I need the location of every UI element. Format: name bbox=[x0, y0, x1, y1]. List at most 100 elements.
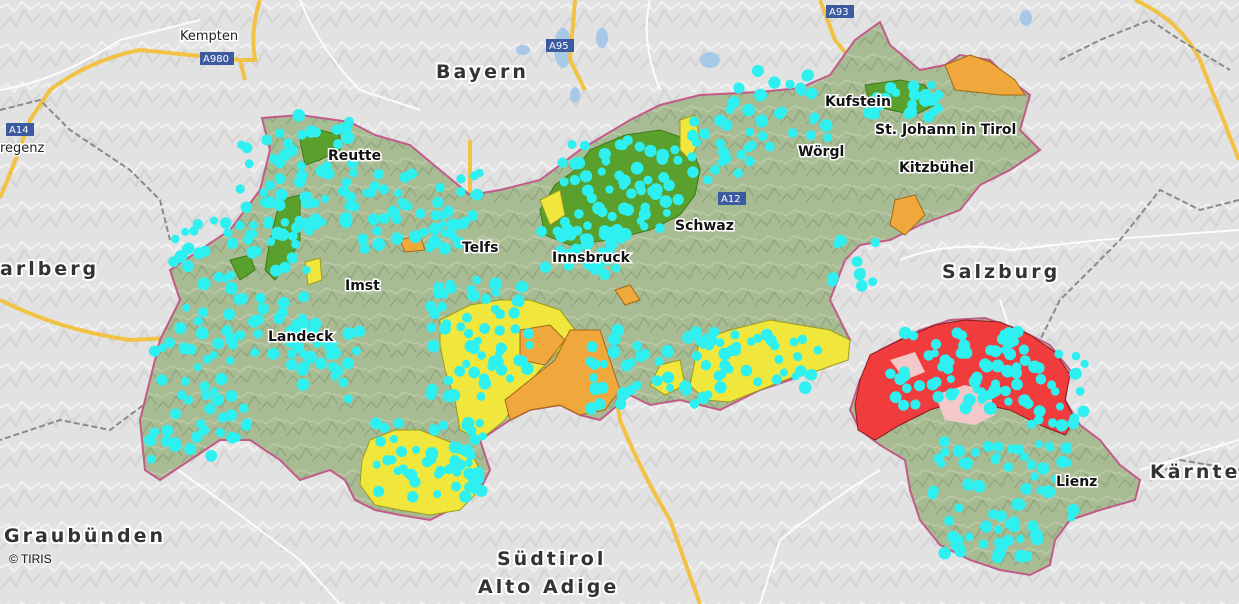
observation-marker[interactable] bbox=[445, 279, 455, 289]
observation-marker[interactable] bbox=[250, 246, 262, 257]
observation-marker[interactable] bbox=[632, 380, 642, 391]
observation-marker[interactable] bbox=[927, 80, 936, 90]
observation-marker[interactable] bbox=[372, 237, 386, 251]
observation-marker[interactable] bbox=[324, 349, 336, 360]
observation-marker[interactable] bbox=[703, 390, 713, 400]
observation-marker[interactable] bbox=[779, 368, 789, 377]
observation-marker[interactable] bbox=[480, 293, 491, 305]
observation-marker[interactable] bbox=[349, 168, 358, 178]
observation-marker[interactable] bbox=[198, 424, 210, 436]
observation-marker[interactable] bbox=[586, 193, 597, 204]
observation-marker[interactable] bbox=[409, 230, 422, 244]
observation-marker[interactable] bbox=[264, 216, 274, 226]
observation-marker[interactable] bbox=[599, 268, 611, 280]
observation-marker[interactable] bbox=[980, 520, 993, 533]
observation-marker[interactable] bbox=[221, 325, 233, 337]
observation-marker[interactable] bbox=[733, 168, 743, 178]
observation-marker[interactable] bbox=[215, 372, 228, 386]
observation-marker[interactable] bbox=[605, 185, 614, 194]
observation-marker[interactable] bbox=[596, 381, 609, 394]
observation-marker[interactable] bbox=[275, 128, 285, 138]
observation-marker[interactable] bbox=[868, 277, 878, 287]
observation-marker[interactable] bbox=[1056, 455, 1069, 469]
observation-marker[interactable] bbox=[438, 420, 449, 431]
observation-marker[interactable] bbox=[149, 427, 160, 438]
observation-marker[interactable] bbox=[588, 373, 599, 383]
observation-marker[interactable] bbox=[508, 307, 520, 319]
observation-marker[interactable] bbox=[951, 534, 964, 546]
observation-marker[interactable] bbox=[365, 188, 376, 198]
observation-marker[interactable] bbox=[614, 139, 626, 150]
observation-marker[interactable] bbox=[962, 478, 975, 491]
observation-marker[interactable] bbox=[599, 359, 609, 369]
observation-marker[interactable] bbox=[393, 189, 403, 198]
observation-marker[interactable] bbox=[393, 418, 404, 429]
observation-marker[interactable] bbox=[621, 203, 635, 216]
observation-marker[interactable] bbox=[569, 174, 581, 186]
observation-marker[interactable] bbox=[1075, 386, 1085, 396]
observation-marker[interactable] bbox=[194, 363, 203, 372]
observation-marker[interactable] bbox=[979, 358, 991, 371]
observation-marker[interactable] bbox=[720, 119, 733, 131]
observation-marker[interactable] bbox=[406, 168, 418, 180]
observation-marker[interactable] bbox=[467, 473, 477, 483]
observation-marker[interactable] bbox=[989, 345, 1002, 358]
observation-marker[interactable] bbox=[661, 344, 674, 358]
observation-marker[interactable] bbox=[210, 216, 218, 225]
observation-marker[interactable] bbox=[745, 127, 755, 137]
observation-marker[interactable] bbox=[827, 276, 838, 287]
observation-marker[interactable] bbox=[263, 196, 276, 209]
observation-marker[interactable] bbox=[662, 209, 671, 217]
observation-marker[interactable] bbox=[146, 454, 156, 464]
observation-marker[interactable] bbox=[183, 395, 193, 405]
observation-marker[interactable] bbox=[891, 88, 901, 97]
observation-marker[interactable] bbox=[585, 402, 598, 415]
observation-marker[interactable] bbox=[273, 312, 285, 325]
observation-marker[interactable] bbox=[447, 462, 457, 472]
observation-marker[interactable] bbox=[390, 232, 404, 245]
observation-marker[interactable] bbox=[181, 227, 190, 236]
observation-marker[interactable] bbox=[1030, 532, 1044, 546]
observation-marker[interactable] bbox=[342, 357, 354, 370]
observation-marker[interactable] bbox=[733, 82, 745, 94]
observation-marker[interactable] bbox=[243, 235, 254, 245]
observation-marker[interactable] bbox=[597, 167, 606, 176]
observation-marker[interactable] bbox=[451, 481, 461, 492]
observation-marker[interactable] bbox=[1030, 472, 1039, 481]
observation-marker[interactable] bbox=[202, 354, 212, 364]
observation-marker[interactable] bbox=[212, 337, 224, 350]
observation-marker[interactable] bbox=[870, 237, 880, 248]
observation-marker[interactable] bbox=[244, 159, 254, 169]
observation-marker[interactable] bbox=[428, 235, 442, 249]
observation-marker[interactable] bbox=[959, 401, 972, 415]
observation-marker[interactable] bbox=[1020, 483, 1033, 495]
observation-marker[interactable] bbox=[586, 341, 598, 353]
observation-marker[interactable] bbox=[438, 322, 451, 335]
observation-marker[interactable] bbox=[997, 542, 1008, 552]
observation-marker[interactable] bbox=[910, 399, 921, 410]
observation-marker[interactable] bbox=[351, 346, 361, 356]
observation-marker[interactable] bbox=[495, 308, 506, 320]
observation-marker[interactable] bbox=[1004, 397, 1013, 406]
observation-marker[interactable] bbox=[259, 188, 269, 197]
observation-marker[interactable] bbox=[298, 291, 310, 303]
observation-marker[interactable] bbox=[536, 226, 547, 237]
observation-marker[interactable] bbox=[954, 503, 964, 513]
observation-marker[interactable] bbox=[315, 357, 327, 370]
observation-marker[interactable] bbox=[972, 479, 986, 493]
observation-marker[interactable] bbox=[1033, 415, 1044, 425]
observation-marker[interactable] bbox=[614, 170, 625, 181]
observation-marker[interactable] bbox=[585, 356, 596, 367]
observation-marker[interactable] bbox=[698, 339, 708, 349]
observation-marker[interactable] bbox=[466, 425, 477, 436]
observation-marker[interactable] bbox=[627, 358, 636, 367]
observation-marker[interactable] bbox=[1020, 452, 1029, 462]
observation-marker[interactable] bbox=[435, 183, 445, 193]
observation-marker[interactable] bbox=[1054, 349, 1064, 359]
observation-marker[interactable] bbox=[1018, 344, 1029, 355]
observation-marker[interactable] bbox=[304, 225, 315, 236]
observation-marker[interactable] bbox=[670, 145, 680, 155]
observation-marker[interactable] bbox=[785, 79, 795, 90]
observation-marker[interactable] bbox=[856, 280, 868, 292]
observation-marker[interactable] bbox=[463, 444, 472, 453]
